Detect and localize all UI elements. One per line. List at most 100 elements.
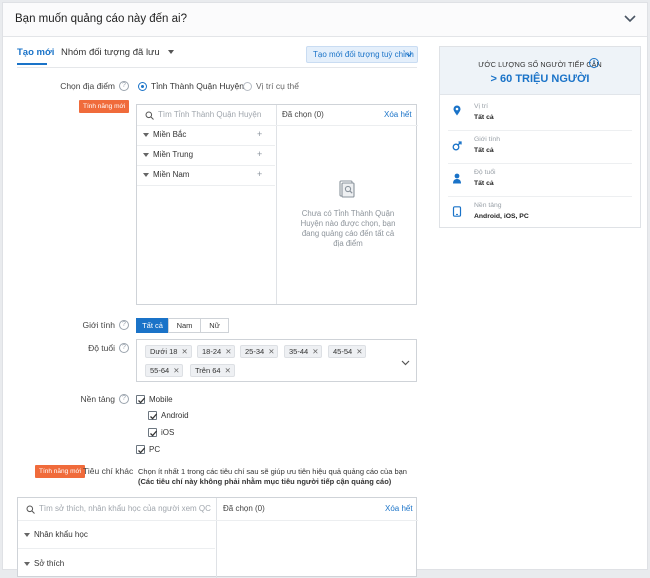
location-picker: Tìm Tỉnh Thành Quận Huyện Đã chọn (0) Xó… — [136, 104, 418, 305]
add-icon[interactable]: + — [257, 149, 262, 159]
caret-down-icon — [24, 561, 30, 566]
criteria-group-demographics[interactable]: Nhân khẩu học — [24, 530, 88, 539]
close-icon[interactable]: ✕ — [225, 347, 231, 356]
info-icon[interactable]: i — [589, 58, 599, 68]
close-icon[interactable]: ✕ — [225, 366, 231, 375]
tab-new[interactable]: Tạo mới — [17, 47, 54, 58]
search-icon — [26, 505, 35, 514]
location-clear-all-link[interactable]: Xóa hết — [384, 110, 412, 119]
close-icon[interactable]: ✕ — [173, 366, 179, 375]
age-tag-label: 25-34 — [245, 347, 265, 356]
platform-pc-checkbox[interactable] — [136, 445, 146, 454]
platform-mobile-checkbox[interactable] — [136, 395, 146, 404]
gender-option-male[interactable]: Nam — [168, 318, 201, 333]
caret-down-icon — [143, 152, 149, 157]
collapse-chevron-icon[interactable] — [623, 12, 637, 26]
age-tag-label: Dưới 18 — [150, 347, 178, 356]
age-tag-label: 35-44 — [289, 347, 309, 356]
close-icon[interactable]: ✕ — [181, 347, 187, 356]
region-item-north[interactable]: Miền Bắc — [143, 130, 186, 139]
row-line — [137, 185, 275, 186]
tab-saved-label: Nhóm đối tượng đã lưu — [61, 47, 160, 58]
location-search-input[interactable]: Tìm Tỉnh Thành Quận Huyện — [158, 110, 261, 119]
estimate-row-value: Android, iOS, PC — [474, 213, 529, 220]
age-tag: 45-54 ✕ — [328, 345, 367, 358]
picker-header-line — [18, 520, 418, 521]
chevron-down-icon[interactable] — [401, 358, 410, 367]
platform-pc-label: PC — [149, 445, 161, 454]
criteria-group-interests[interactable]: Sở thích — [24, 559, 64, 568]
platform-mobile-label: Mobile — [149, 395, 173, 404]
gender-option-female[interactable]: Nữ — [200, 318, 229, 333]
age-tag-label: Trên 64 — [195, 366, 221, 375]
age-tag: 35-44 ✕ — [284, 345, 323, 358]
empty-location-message: Chưa có Tỉnh Thành Quận Huyện nào được c… — [287, 209, 409, 249]
tabs-divider — [17, 67, 417, 68]
estimate-row-value: Tất cả — [474, 114, 494, 121]
radio-province[interactable] — [138, 82, 147, 91]
row-line — [137, 145, 275, 146]
estimate-row-label: Nền tảng — [474, 202, 502, 209]
close-icon[interactable]: ✕ — [268, 347, 274, 356]
age-tag-label: 45-54 — [333, 347, 353, 356]
criteria-clear-all-link[interactable]: Xóa hết — [385, 504, 413, 513]
reach-estimate-card: ƯỚC LƯỢNG SỐ NGƯỜI TIẾP CẬN i > 60 TRIỆU… — [439, 46, 641, 228]
gender-option-all[interactable]: Tất cả — [136, 318, 169, 333]
radio-specific-location[interactable] — [243, 82, 252, 91]
new-feature-badge: Tính năng mới — [35, 465, 86, 478]
add-icon[interactable]: + — [257, 169, 262, 179]
platform-android-checkbox[interactable] — [148, 411, 158, 420]
other-criteria-desc: Chọn ít nhất 1 trong các tiêu chí sau sẽ… — [138, 467, 407, 487]
person-icon — [453, 173, 461, 184]
age-select[interactable]: Dưới 18 ✕ 18-24 ✕ 25-34 ✕ 35-44 ✕ 45-54 ✕ 55-… — [136, 339, 417, 382]
location-selected-count: Đã chọn (0) — [282, 110, 324, 119]
estimate-row-label: Giới tính — [474, 136, 500, 143]
custom-audience-label: Tạo mới đối tượng tuỳ chỉnh — [313, 50, 414, 59]
device-icon — [452, 206, 462, 217]
tab-active-underline — [17, 63, 47, 65]
caret-down-icon — [24, 532, 30, 537]
age-label: Độ tuổi — [88, 343, 115, 353]
custom-audience-button[interactable]: Tạo mới đối tượng tuỳ chỉnh — [306, 46, 418, 63]
tab-saved-audience[interactable]: Nhóm đối tượng đã lưu — [61, 47, 174, 58]
region-label: Miền Bắc — [153, 130, 187, 139]
region-label: Miền Nam — [153, 170, 190, 179]
empty-line: Chưa có Tỉnh Thành Quận — [301, 209, 395, 218]
new-feature-badge: Tính năng mới — [79, 100, 130, 113]
criteria-search-input[interactable]: Tìm sở thích, nhân khẩu học của người xe… — [39, 504, 211, 513]
close-icon[interactable]: ✕ — [312, 347, 318, 356]
help-icon[interactable]: ? — [119, 343, 129, 353]
add-icon[interactable]: + — [257, 129, 262, 139]
region-item-south[interactable]: Miền Nam — [143, 170, 189, 179]
close-icon[interactable]: ✕ — [356, 347, 362, 356]
empty-location-icon — [339, 180, 355, 198]
picker-divider — [216, 498, 217, 578]
help-icon[interactable]: ? — [119, 394, 129, 404]
age-tag: 25-34 ✕ — [240, 345, 279, 358]
radio-specific-label[interactable]: Vị trí cụ thể — [256, 81, 299, 91]
radio-province-label[interactable]: Tỉnh Thành Quận Huyện — [151, 81, 244, 91]
empty-line: Huyện nào được chọn, bạn — [300, 219, 396, 228]
help-icon[interactable]: ? — [119, 320, 129, 330]
platform-label: Nền tảng — [80, 394, 116, 404]
help-icon[interactable]: ? — [119, 81, 129, 91]
panel-header[interactable]: Bạn muốn quảng cáo này đến ai? — [3, 3, 647, 37]
criteria-selected-count: Đã chọn (0) — [223, 504, 265, 513]
other-criteria-label: Tiêu chí khác — [83, 466, 134, 476]
age-tag: Trên 64 ✕ — [190, 364, 235, 377]
estimate-row-label: Vị trí — [474, 103, 488, 110]
platform-ios-checkbox[interactable] — [148, 428, 158, 437]
estimate-row-label: Độ tuổi — [474, 169, 496, 176]
row-line — [448, 130, 632, 131]
caret-down-icon — [143, 132, 149, 137]
platform-ios-label: iOS — [161, 428, 175, 437]
row-line — [137, 165, 275, 166]
age-tag: 18-24 ✕ — [197, 345, 236, 358]
location-pin-icon — [453, 105, 461, 116]
empty-line: đang quảng cáo đến tất cả — [301, 229, 395, 238]
estimate-row-value: Tất cả — [474, 147, 494, 154]
caret-down-icon — [167, 50, 174, 55]
platform-android-label: Android — [161, 411, 189, 420]
region-item-central[interactable]: Miền Trung — [143, 150, 193, 159]
age-tag: 55-64 ✕ — [145, 364, 184, 377]
